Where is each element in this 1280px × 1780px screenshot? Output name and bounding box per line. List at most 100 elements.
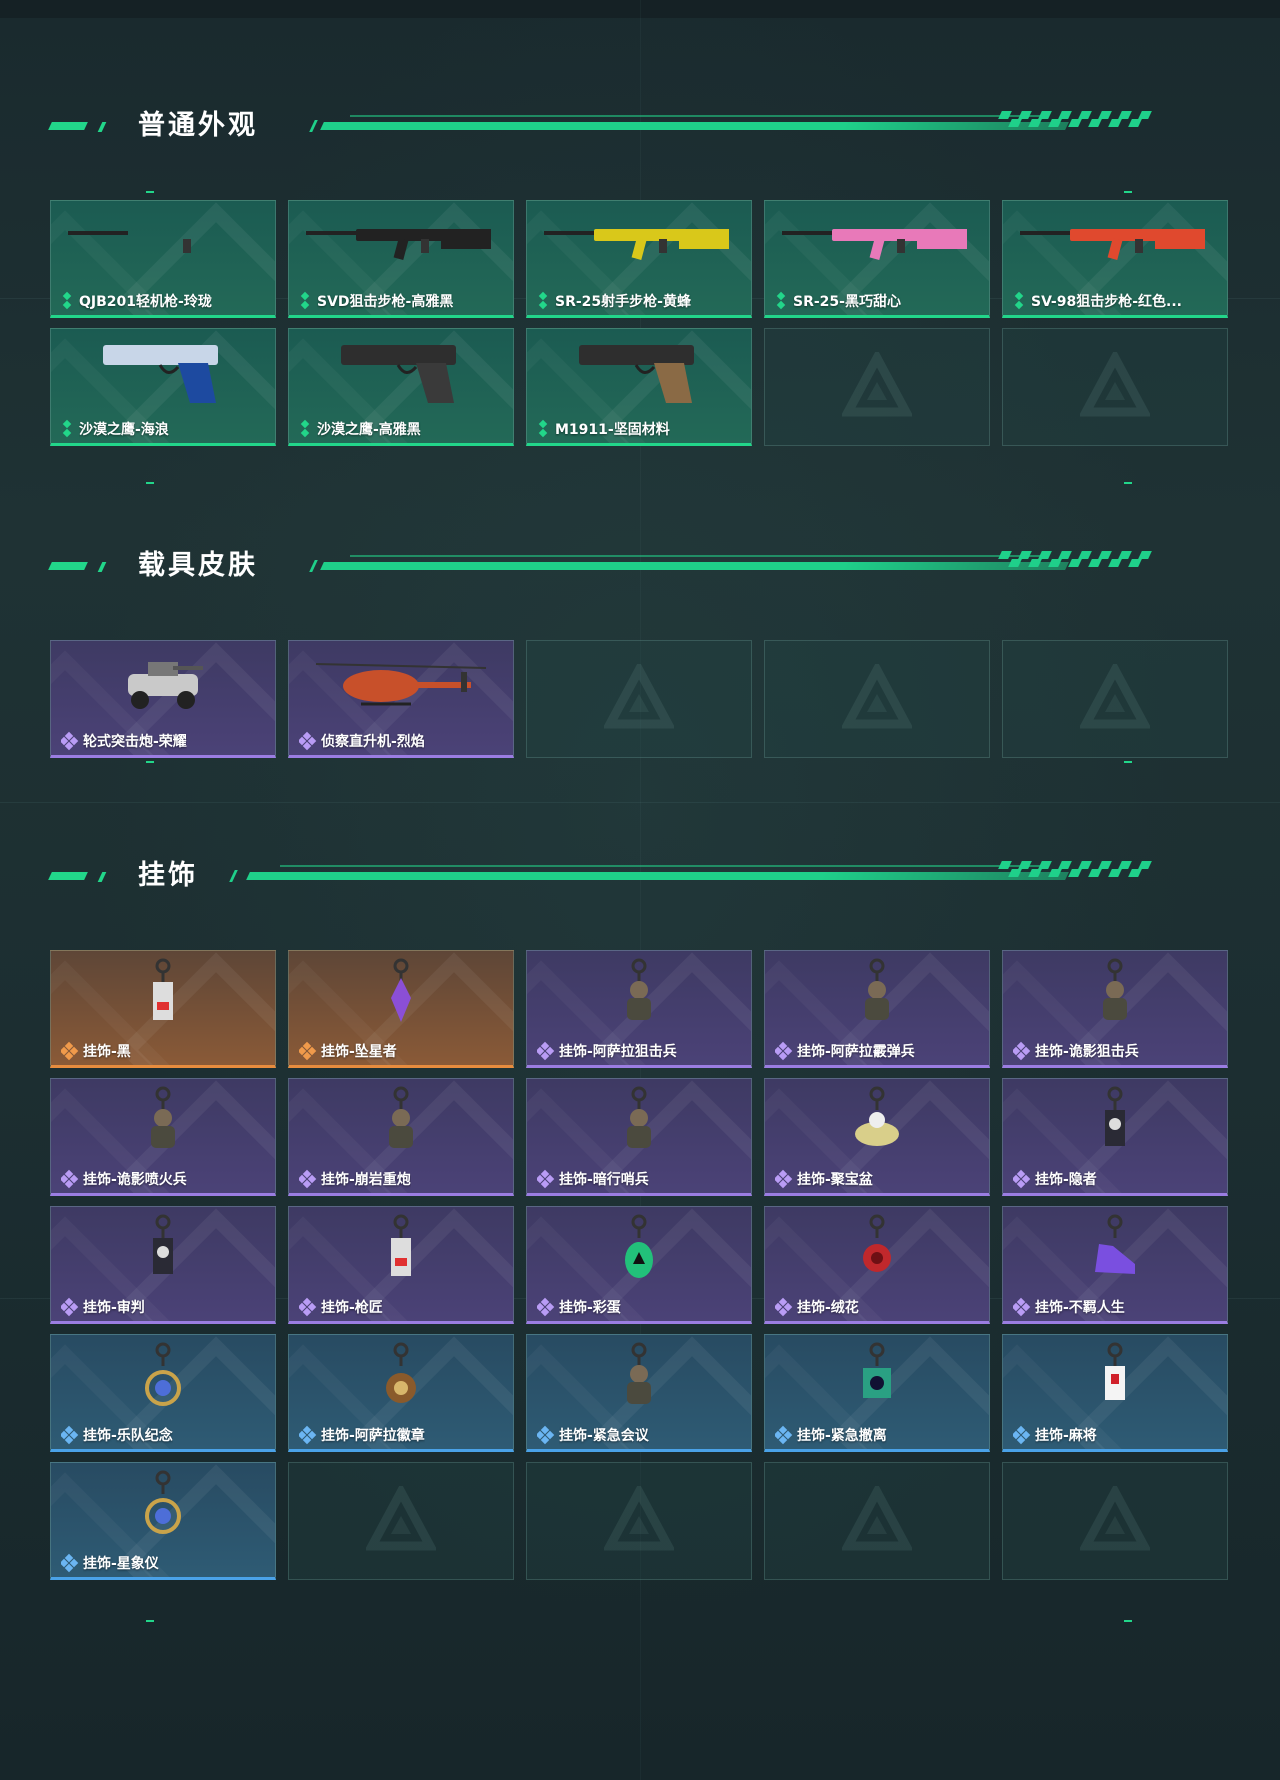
item-label: 挂饰-紧急会议 xyxy=(537,1425,745,1445)
item-card[interactable]: M1911-坚固材料 xyxy=(526,328,752,446)
item-name: 挂饰-紧急撤离 xyxy=(797,1428,887,1444)
empty-slot xyxy=(764,1462,990,1580)
header-bar xyxy=(320,562,1069,570)
empty-slot xyxy=(288,1462,514,1580)
item-label: 挂饰-紧急撤离 xyxy=(775,1425,983,1445)
item-card[interactable]: 挂饰-星象仪 xyxy=(50,1462,276,1580)
rarity-icon xyxy=(537,1297,555,1317)
rarity-icon xyxy=(61,1041,79,1061)
item-card[interactable]: 挂饰-隐者 xyxy=(1002,1078,1228,1196)
charm-badge-round-icon xyxy=(51,1342,275,1413)
item-card[interactable]: SR-25-黑巧甜心 xyxy=(764,200,990,318)
item-card[interactable]: 挂饰-诡影狙击兵 xyxy=(1002,950,1228,1068)
rarity-icon xyxy=(775,1425,793,1445)
item-name: SR-25射手步枪-黄蜂 xyxy=(555,294,691,310)
item-card[interactable]: 侦察直升机-烈焰 xyxy=(288,640,514,758)
item-name: SV-98狙击步枪-红色... xyxy=(1031,294,1182,310)
empty-slot xyxy=(764,640,990,758)
header-dash xyxy=(97,872,107,882)
item-card[interactable]: 挂饰-聚宝盆 xyxy=(764,1078,990,1196)
item-card[interactable]: 挂饰-枪匠 xyxy=(288,1206,514,1324)
game-logo-icon xyxy=(1078,348,1152,422)
item-name: SVD狙击步枪-高雅黑 xyxy=(317,294,454,310)
corner-marker xyxy=(1124,761,1132,763)
item-label: SVD狙击步枪-高雅黑 xyxy=(299,291,507,311)
charm-card-icon xyxy=(51,1214,275,1285)
item-card[interactable]: 挂饰-暗行哨兵 xyxy=(526,1078,752,1196)
rarity-icon xyxy=(299,293,311,309)
item-card[interactable]: 挂饰-黑 xyxy=(50,950,276,1068)
rarity-icon xyxy=(537,421,549,437)
section-title: 普通外观 xyxy=(138,110,258,141)
item-label: 挂饰-阿萨拉徽章 xyxy=(299,1425,507,1445)
item-card[interactable]: 挂饰-紧急会议 xyxy=(526,1334,752,1452)
skins-grid: QJB201轻机枪-玲珑 SVD狙击步枪-高雅黑 SR-25射手步枪-黄蜂 SR… xyxy=(50,200,1228,446)
corner-marker xyxy=(1124,191,1132,193)
section-title: 挂饰 xyxy=(138,860,198,891)
charm-mahjong-icon xyxy=(1003,1342,1227,1413)
header-tick xyxy=(229,870,238,882)
sniper-rifle-red-icon xyxy=(1003,209,1227,279)
section-header-charms: 挂饰 xyxy=(48,858,1200,898)
rarity-icon xyxy=(537,293,549,309)
empty-slot xyxy=(1002,1462,1228,1580)
item-card[interactable]: 挂饰-紧急撤离 xyxy=(764,1334,990,1452)
item-card[interactable]: 挂饰-诡影喷火兵 xyxy=(50,1078,276,1196)
item-card[interactable]: SR-25射手步枪-黄蜂 xyxy=(526,200,752,318)
corner-marker xyxy=(146,191,154,193)
item-card[interactable]: 挂饰-坠星者 xyxy=(288,950,514,1068)
item-card[interactable]: 挂饰-乐队纪念 xyxy=(50,1334,276,1452)
charm-medal-icon xyxy=(289,1342,513,1413)
item-card[interactable]: 挂饰-崩岩重炮 xyxy=(288,1078,514,1196)
item-card[interactable]: 挂饰-阿萨拉徽章 xyxy=(288,1334,514,1452)
item-label: 挂饰-乐队纪念 xyxy=(61,1425,269,1445)
charm-frame-icon xyxy=(765,1342,989,1413)
item-card[interactable]: 挂饰-阿萨拉狙击兵 xyxy=(526,950,752,1068)
item-card[interactable]: 沙漠之鹰-高雅黑 xyxy=(288,328,514,446)
pistol-m1911-icon xyxy=(527,337,751,407)
item-label: 挂饰-隐者 xyxy=(1013,1169,1221,1189)
item-name: 挂饰-阿萨拉徽章 xyxy=(321,1428,425,1444)
rarity-icon xyxy=(299,1041,317,1061)
item-label: 沙漠之鹰-高雅黑 xyxy=(299,419,507,439)
pistol-black-icon xyxy=(289,337,513,407)
header-dash xyxy=(48,562,88,570)
charm-card-icon xyxy=(1003,1086,1227,1157)
item-name: QJB201轻机枪-玲珑 xyxy=(79,294,212,310)
section-title: 载具皮肤 xyxy=(138,550,258,581)
rarity-icon xyxy=(775,1297,793,1317)
rarity-icon xyxy=(61,1169,79,1189)
item-card[interactable]: SV-98狙击步枪-红色... xyxy=(1002,200,1228,318)
empty-slot xyxy=(526,1462,752,1580)
charm-tag-icon xyxy=(51,958,275,1029)
item-name: 挂饰-绒花 xyxy=(797,1300,859,1316)
item-card[interactable]: 挂饰-麻将 xyxy=(1002,1334,1228,1452)
item-name: 沙漠之鹰-海浪 xyxy=(79,422,169,438)
item-label: 挂饰-诡影喷火兵 xyxy=(61,1169,269,1189)
item-card[interactable]: QJB201轻机枪-玲珑 xyxy=(50,200,276,318)
item-card[interactable]: 挂饰-不羁人生 xyxy=(1002,1206,1228,1324)
item-card[interactable]: 挂饰-绒花 xyxy=(764,1206,990,1324)
game-logo-icon xyxy=(1078,1482,1152,1556)
charm-sneaker-icon xyxy=(1003,1214,1227,1285)
rarity-icon xyxy=(299,421,311,437)
item-card[interactable]: 挂饰-彩蛋 xyxy=(526,1206,752,1324)
corner-marker xyxy=(1124,1620,1132,1622)
game-logo-icon xyxy=(840,348,914,422)
item-card[interactable]: 挂饰-阿萨拉霰弹兵 xyxy=(764,950,990,1068)
header-checker xyxy=(998,861,1200,883)
rarity-icon xyxy=(775,1169,793,1189)
rarity-icon xyxy=(1013,1297,1031,1317)
charm-soldier-icon xyxy=(765,958,989,1029)
charm-figure-icon xyxy=(527,1342,751,1413)
item-card[interactable]: 挂饰-审判 xyxy=(50,1206,276,1324)
item-name: 挂饰-紧急会议 xyxy=(559,1428,649,1444)
item-card[interactable]: 沙漠之鹰-海浪 xyxy=(50,328,276,446)
rarity-icon xyxy=(61,421,73,437)
rarity-icon xyxy=(775,1041,793,1061)
item-card[interactable]: 轮式突击炮-荣耀 xyxy=(50,640,276,758)
header-dash xyxy=(97,122,107,132)
item-name: 挂饰-诡影喷火兵 xyxy=(83,1172,187,1188)
item-card[interactable]: SVD狙击步枪-高雅黑 xyxy=(288,200,514,318)
header-dash xyxy=(97,562,107,572)
